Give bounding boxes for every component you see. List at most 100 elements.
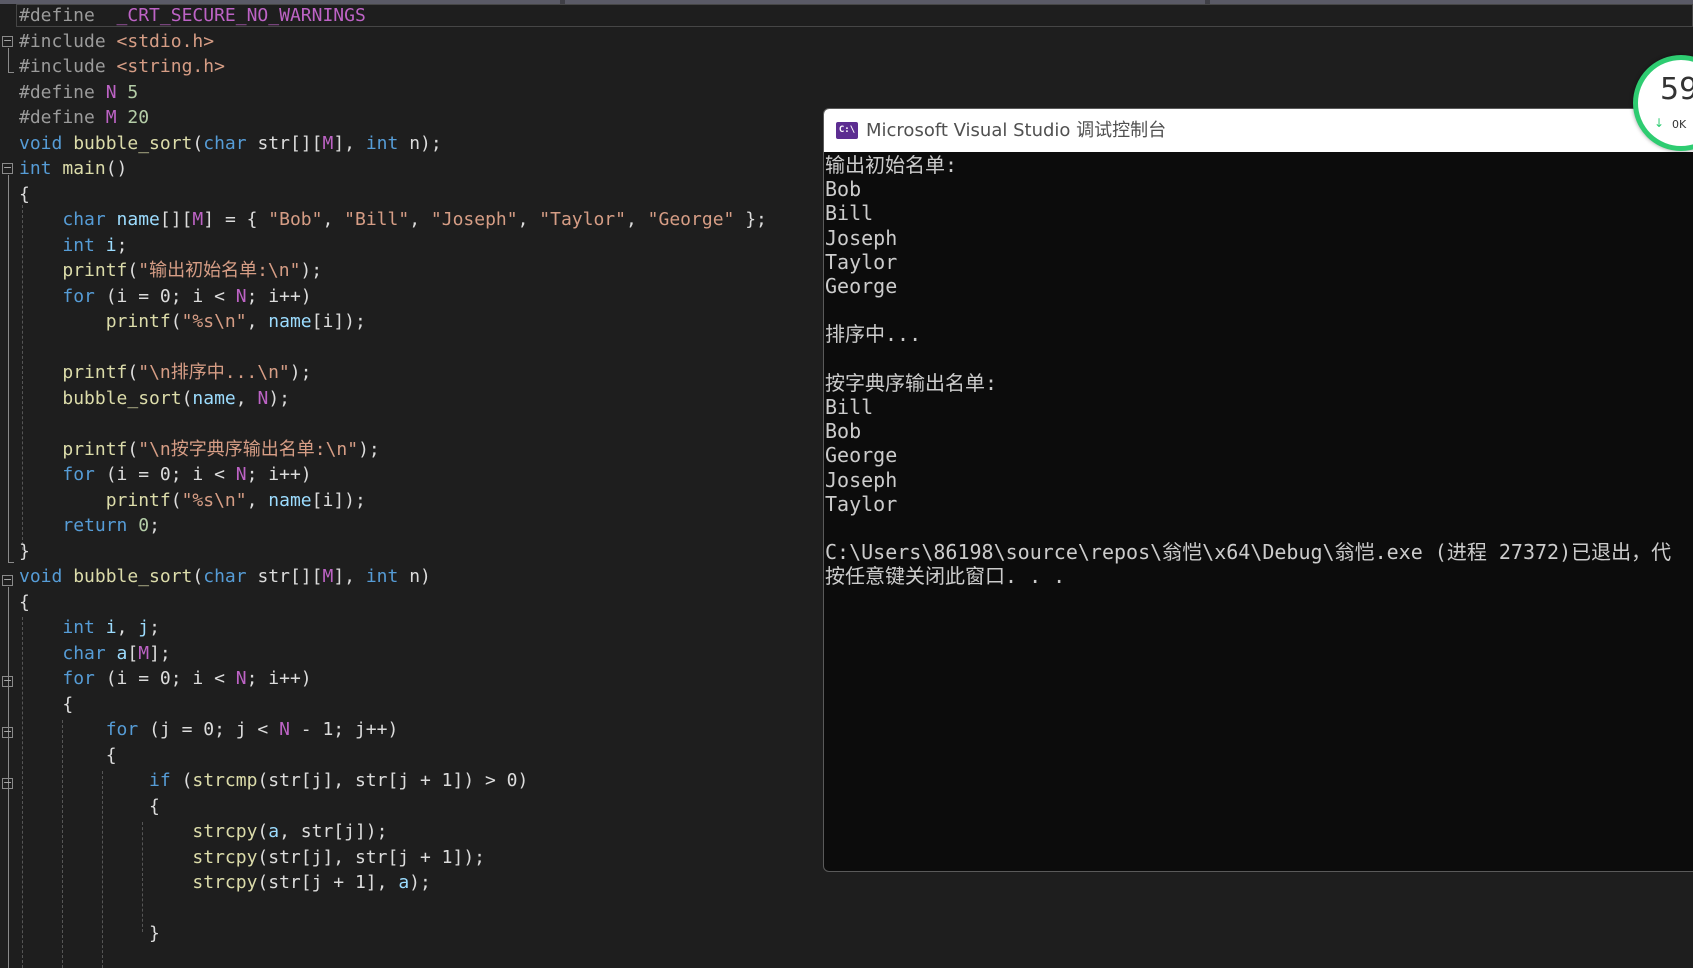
code-token: strcmp	[192, 770, 258, 791]
code-token: n);	[409, 132, 442, 154]
code-line: {	[19, 743, 117, 768]
code-token: ,	[246, 311, 269, 332]
console-line: 按任意键关闭此窗口. . .	[825, 564, 1066, 589]
code-token: printf	[105, 489, 171, 511]
code-token: M	[138, 642, 150, 664]
code-line: printf("输出初始名单:\n");	[19, 258, 322, 283]
code-token: void	[19, 132, 74, 154]
code-token: N	[279, 719, 290, 740]
console-app-icon: C:\	[836, 122, 858, 139]
code-line: int i;	[19, 233, 127, 258]
console-line: Joseph	[825, 225, 898, 250]
code-token: strcpy	[192, 821, 258, 842]
code-token: (j = 0; j <	[149, 719, 280, 740]
code-token: str[][	[257, 132, 323, 154]
code-token: );	[409, 872, 431, 893]
code-token: for	[62, 285, 106, 307]
code-line: {	[19, 590, 30, 615]
code-token: (i = 0; i <	[105, 285, 236, 307]
code-token: name	[268, 311, 312, 332]
code-token: ,	[322, 209, 345, 230]
code-token: }	[19, 923, 160, 944]
code-token: [i]);	[311, 311, 366, 332]
code-token: N	[235, 668, 247, 689]
code-token: "输出初始名单:\n"	[138, 260, 301, 281]
code-token: for	[105, 719, 150, 740]
code-token: (str[j + 1],	[257, 872, 399, 893]
code-token: name	[192, 387, 236, 409]
code-token: , str[j]);	[279, 821, 388, 842]
code-token: i	[105, 234, 117, 256]
console-line: Taylor	[825, 249, 898, 274]
code-token: ,	[116, 617, 139, 638]
debug-console-window[interactable]: C:\ Microsoft Visual Studio 调试控制台 输出初始名单…	[823, 108, 1693, 872]
code-token: {	[19, 591, 30, 613]
code-token: [	[127, 642, 139, 664]
code-token: ,	[235, 387, 258, 409]
code-token: ];	[149, 642, 171, 664]
code-token: void	[19, 566, 74, 587]
code-line: #include <stdio.h>	[19, 29, 214, 54]
code-token: a	[268, 821, 280, 842]
code-token: M	[322, 132, 334, 154]
code-token: "\n排序中...\n"	[138, 362, 290, 383]
code-token: N	[235, 464, 247, 485]
console-titlebar[interactable]: C:\ Microsoft Visual Studio 调试控制台	[824, 109, 1693, 152]
code-token: ;	[149, 617, 160, 638]
code-token: bubble_sort	[73, 566, 193, 587]
code-token: "Bill"	[344, 209, 410, 230]
console-line: Bill	[825, 395, 874, 419]
code-token: main	[62, 158, 106, 179]
code-token: _CRT_SECURE_NO_WARNINGS	[116, 5, 366, 26]
code-token: #define	[19, 5, 117, 26]
code-token: ; i++)	[246, 668, 312, 689]
code-token: 0	[138, 515, 150, 536]
console-line: 排序中...	[825, 322, 922, 347]
code-line: int main()	[19, 156, 127, 181]
code-line: char name[][M] = { "Bob", "Bill", "Josep…	[19, 207, 767, 232]
code-token: a	[398, 872, 410, 893]
code-line: return 0;	[19, 513, 160, 538]
console-line: Joseph	[825, 467, 898, 492]
code-token: ],	[333, 566, 366, 587]
code-token: ,	[246, 489, 269, 511]
code-token: (str[j], str[j + 1]) > 0)	[257, 770, 529, 791]
code-token: #include	[19, 56, 117, 77]
code-token: char	[62, 209, 117, 230]
code-token: a	[116, 642, 128, 664]
code-text-area[interactable]: #define _CRT_SECURE_NO_WARNINGS #include …	[0, 0, 830, 968]
code-line: printf("%s\n", name[i]);	[19, 309, 366, 334]
code-token: <string.h>	[116, 56, 225, 77]
code-line: strcpy(a, str[j]);	[19, 819, 387, 844]
code-token: printf	[62, 362, 128, 383]
code-line: #define _CRT_SECURE_NO_WARNINGS	[19, 3, 366, 28]
code-token: (	[257, 821, 269, 842]
code-token: (	[181, 387, 193, 409]
code-token: - 1; j++)	[289, 719, 399, 740]
code-line: for (i = 0; i < N; i++)	[19, 462, 311, 487]
console-line: Bill	[825, 201, 874, 226]
speed-value: 59	[1660, 72, 1693, 107]
code-line: int i, j;	[19, 615, 160, 640]
code-token: N	[105, 81, 117, 103]
console-line: Taylor	[825, 491, 898, 516]
console-line: Bob	[825, 177, 862, 202]
code-token: (	[181, 770, 193, 791]
code-token: bubble_sort	[62, 387, 182, 409]
code-token: <stdio.h>	[116, 30, 215, 52]
code-token: int	[365, 132, 410, 154]
code-token: );	[268, 387, 290, 409]
code-token: #define	[19, 81, 106, 103]
code-token: name	[268, 489, 312, 511]
code-token: int	[19, 158, 63, 179]
